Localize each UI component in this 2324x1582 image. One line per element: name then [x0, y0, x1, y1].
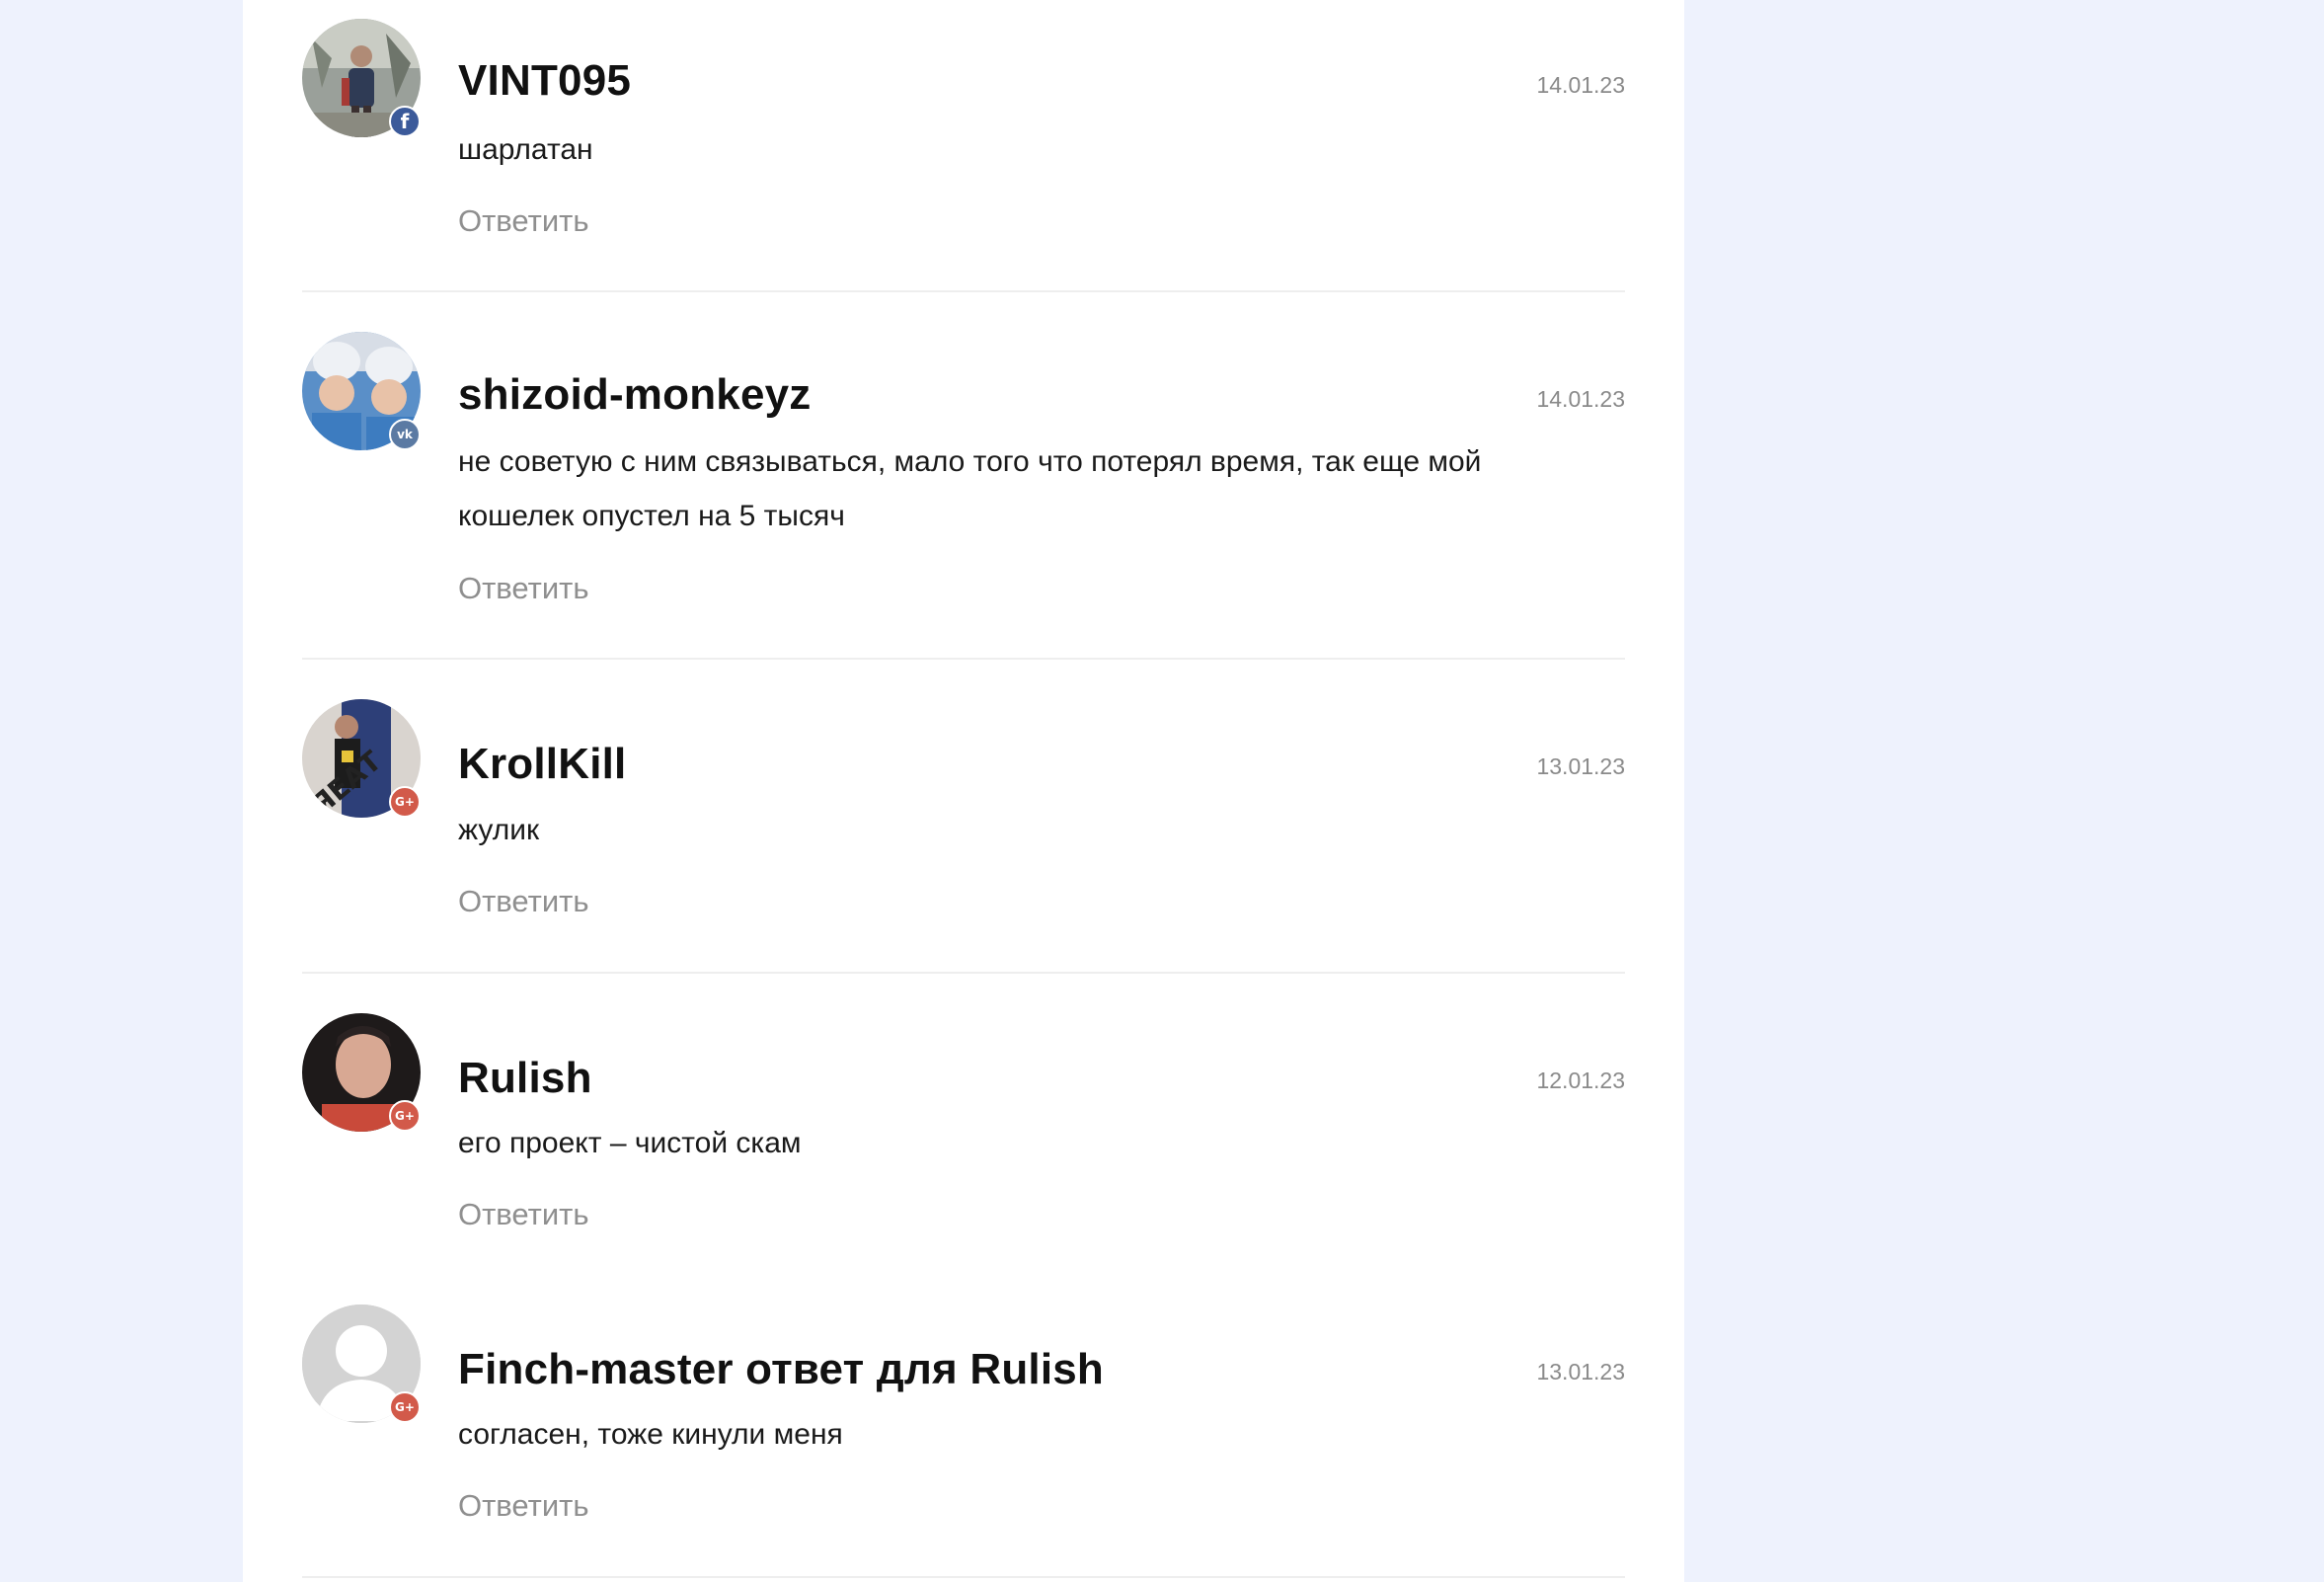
comment-date: 13.01.23	[1536, 1359, 1625, 1384]
comment-divider	[302, 1576, 1625, 1578]
reply-button[interactable]: Ответить	[458, 884, 589, 919]
comment-item: G+ Rulish 12.01.23 его проект – чистой с…	[302, 1013, 1625, 1280]
comment-date: 12.01.23	[1536, 1068, 1625, 1093]
comment-text: шарлатан	[458, 133, 593, 166]
comment-date: 14.01.23	[1536, 72, 1625, 98]
comment-text: согласен, тоже кинули меня	[458, 1418, 843, 1451]
avatar-wrap: vk	[302, 332, 421, 450]
vk-icon: vk	[389, 419, 421, 450]
avatar-wrap: f	[302, 19, 421, 137]
comment-date: 14.01.23	[1536, 386, 1625, 412]
reply-button[interactable]: Ответить	[458, 1488, 589, 1524]
reply-button[interactable]: Ответить	[458, 203, 589, 239]
reply-button[interactable]: Ответить	[458, 1197, 589, 1232]
google-plus-icon: G+	[389, 786, 421, 818]
comment-author[interactable]: Rulish	[458, 1054, 592, 1103]
comment-item: f VINT095 14.01.23 шарлатан Ответить	[302, 19, 1625, 285]
avatar-wrap: G+	[302, 1305, 421, 1423]
comment-text: его проект – чистой скам	[458, 1127, 802, 1159]
comment-author[interactable]: shizoid-monkeyz	[458, 370, 812, 420]
avatar-wrap: G+	[302, 1013, 421, 1132]
comment-divider	[302, 290, 1625, 292]
reply-button[interactable]: Ответить	[458, 571, 589, 606]
comment-item: ЯЕАТ G+ KrollKill 13.01.23 жулик Ответит…	[302, 699, 1625, 966]
google-plus-icon: G+	[389, 1391, 421, 1423]
comment-divider	[302, 658, 1625, 660]
comment-item: G+ Finch-master ответ для Rulish 13.01.2…	[302, 1305, 1625, 1571]
comment-author[interactable]: Finch-master ответ для Rulish	[458, 1345, 1104, 1394]
facebook-icon: f	[389, 106, 421, 137]
comments-panel: f VINT095 14.01.23 шарлатан Ответить vk …	[243, 0, 1684, 1582]
avatar-wrap: ЯЕАТ G+	[302, 699, 421, 818]
comment-divider	[302, 972, 1625, 974]
comment-item: vk shizoid-monkeyz 14.01.23 не советую с…	[302, 332, 1625, 648]
comment-text: жулик	[458, 814, 540, 846]
comment-date: 13.01.23	[1536, 753, 1625, 779]
comment-author[interactable]: VINT095	[458, 56, 631, 106]
google-plus-icon: G+	[389, 1100, 421, 1132]
comment-author[interactable]: KrollKill	[458, 740, 626, 789]
comment-text: не советую с ним связываться, мало того …	[458, 445, 1482, 532]
